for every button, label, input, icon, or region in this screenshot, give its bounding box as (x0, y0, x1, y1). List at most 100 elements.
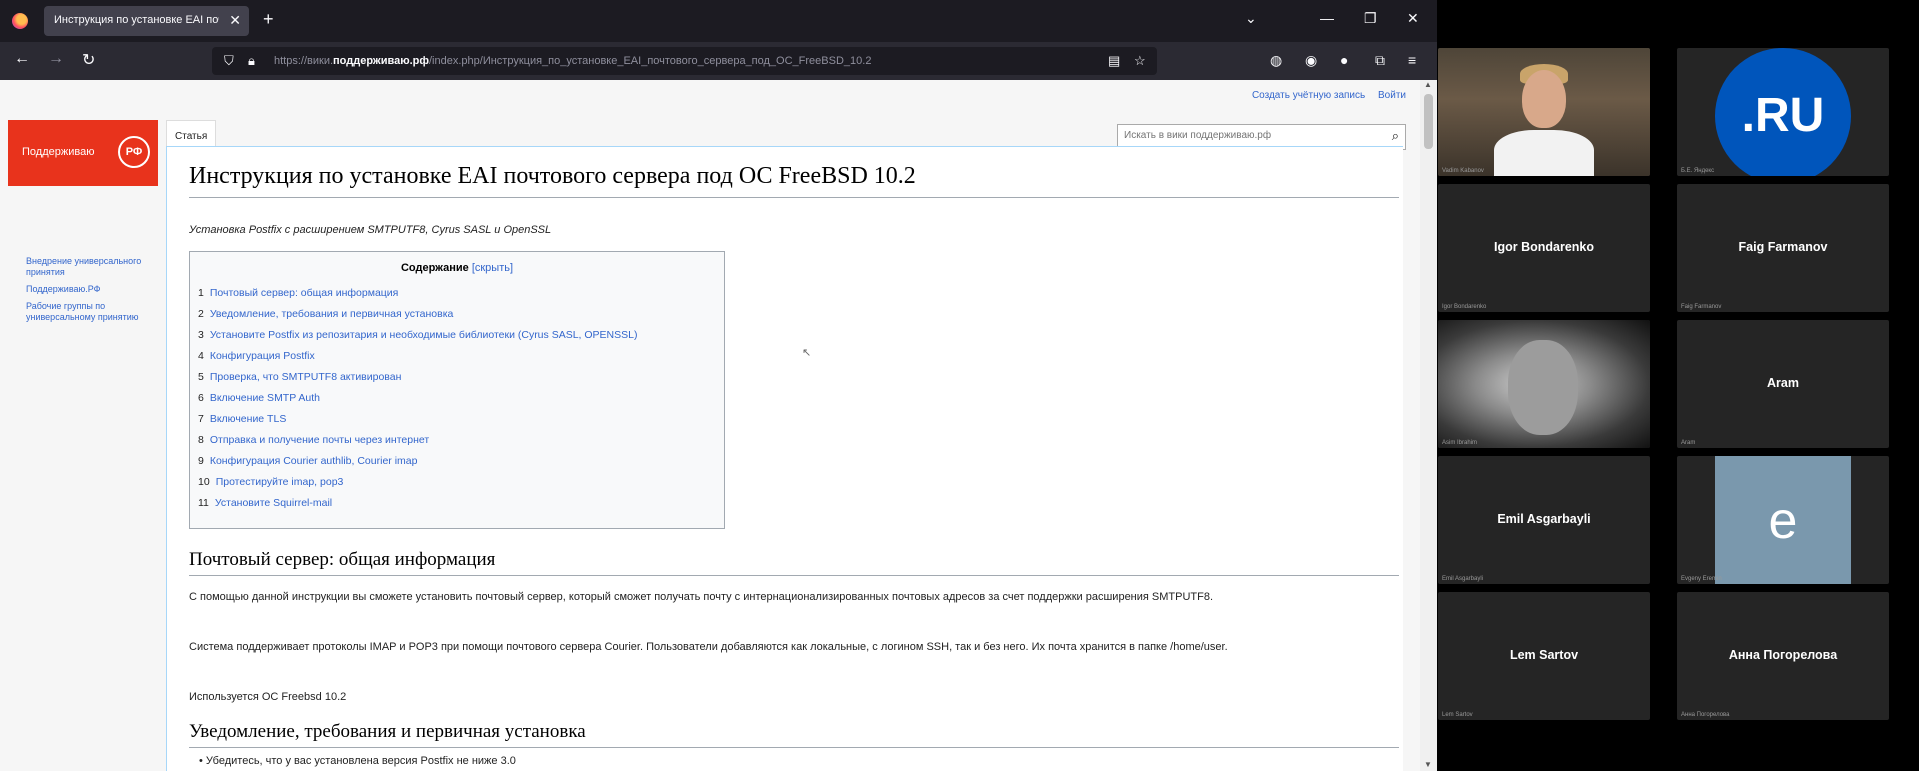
extension-icon[interactable]: ● (1340, 52, 1348, 68)
toc-label[interactable]: Включение SMTP Auth (210, 392, 320, 404)
page-scrollbar[interactable]: ▲ ▼ (1420, 80, 1437, 771)
toc-hide-link[interactable]: [скрыть] (472, 262, 513, 274)
scroll-up-icon[interactable]: ▲ (1424, 80, 1432, 89)
toc-num: 2 (198, 308, 204, 320)
toc-label[interactable]: Почтовый сервер: общая информация (210, 287, 399, 299)
participant-name: Faig Farmanov (1738, 240, 1828, 254)
toc-item[interactable]: 10 Протестируйте imap, pop3 (198, 475, 637, 496)
search-icon[interactable]: ⌕ (1392, 128, 1399, 144)
toc-label[interactable]: Протестируйте imap, pop3 (216, 476, 344, 488)
participant-label: Emil Asgarbayli (1442, 576, 1484, 582)
participant-video (1438, 48, 1650, 176)
minimize-icon[interactable]: — (1320, 10, 1334, 26)
toc-label[interactable]: Установите Squirrel-mail (215, 497, 332, 509)
toc-title: Содержание [скрыть] (190, 262, 724, 274)
close-tab-icon[interactable]: ✕ (229, 12, 241, 29)
video-figure-body (1494, 130, 1594, 176)
toc-item[interactable]: 9 Конфигурация Courier authlib, Courier i… (198, 454, 637, 475)
shield-icon[interactable]: ⛉ (224, 53, 234, 69)
sidebar-item-working-groups[interactable]: Рабочие группы по универсальному приняти… (26, 301, 146, 323)
participant-tile[interactable]: Lem Sartov Lem Sartov (1438, 592, 1650, 720)
toc-num: 1 (198, 287, 204, 299)
toc-title-text: Содержание (400, 262, 469, 274)
toc-label[interactable]: Уведомление, требования и первичная уста… (210, 308, 454, 320)
logo-text: Поддерживаю (22, 146, 95, 158)
url-bar[interactable]: ⛉ 🔒︎ https://вики.поддерживаю.рф/index.p… (212, 47, 1157, 75)
participant-tile[interactable]: Aram Aram (1677, 320, 1889, 448)
account-icon[interactable]: ◉ (1305, 52, 1317, 69)
sidebar-item-universal-acceptance[interactable]: Внедрение универсального принятия (26, 256, 146, 278)
participant-tile[interactable]: Igor Bondarenko Igor Bondarenko (1438, 184, 1650, 312)
toc-label[interactable]: Конфигурация Courier authlib, Courier im… (210, 455, 418, 467)
participant-tile[interactable]: Asim Ibrahim (1438, 320, 1650, 448)
browser-window: Инструкция по установке EAI почт ✕ + ⌄ —… (0, 0, 1437, 771)
toc-item[interactable]: 6 Включение SMTP Auth (198, 391, 637, 412)
toc-num: 5 (198, 371, 204, 383)
participant-label: Vadim Kabanov (1442, 168, 1484, 174)
new-tab-icon[interactable]: + (263, 9, 274, 30)
menu-icon[interactable]: ≡ (1408, 52, 1416, 68)
back-icon[interactable]: ← (14, 50, 30, 68)
toc-item[interactable]: 1 Почтовый сервер: общая информация (198, 286, 637, 307)
toc-num: 3 (198, 329, 204, 341)
reader-view-icon[interactable]: ▤ (1108, 53, 1120, 69)
url-text: https://вики.поддерживаю.рф/index.php/Ин… (274, 55, 871, 67)
lock-icon[interactable]: 🔒︎ (248, 53, 255, 69)
section-divider (189, 575, 1399, 576)
firefox-icon[interactable] (12, 13, 28, 29)
extensions-puzzle-icon[interactable]: ⧉ (1375, 52, 1385, 69)
participant-tile[interactable]: .RU Б.Е. Яндекс (1677, 48, 1889, 176)
bookmark-star-icon[interactable]: ☆ (1134, 53, 1146, 69)
participant-label: Faig Farmanov (1681, 304, 1722, 310)
video-figure-head (1522, 70, 1566, 128)
url-domain: поддерживаю.рф (333, 55, 429, 67)
scroll-thumb[interactable] (1424, 94, 1433, 149)
toc-list: 1 Почтовый сервер: общая информация 2 Увед… (198, 286, 637, 517)
toc-item[interactable]: 8 Отправка и получение почты через интерн… (198, 433, 637, 454)
toc-num: 4 (198, 350, 204, 362)
toc-item[interactable]: 3 Установите Postfix из репозитария и нео… (198, 328, 637, 349)
login-link[interactable]: Войти (1378, 90, 1406, 101)
toc-item[interactable]: 7 Включение TLS (198, 412, 637, 433)
participant-tile[interactable]: e Evgeny Eremin (1677, 456, 1889, 584)
participant-name: Lem Sartov (1509, 648, 1579, 662)
logo-badge: РФ (118, 136, 150, 168)
toc-label[interactable]: Установите Postfix из репозитария и необ… (210, 329, 638, 341)
toc-num: 11 (198, 497, 209, 509)
toc-item[interactable]: 4 Конфигурация Postfix (198, 349, 637, 370)
participant-tile[interactable]: Vadim Kabanov (1438, 48, 1650, 176)
browser-tab[interactable]: Инструкция по установке EAI почт ✕ (44, 6, 249, 36)
title-divider (189, 197, 1399, 198)
scroll-down-icon[interactable]: ▼ (1424, 760, 1432, 769)
toc-label[interactable]: Отправка и получение почты через интерне… (210, 434, 429, 446)
participant-tile[interactable]: Faig Farmanov Faig Farmanov (1677, 184, 1889, 312)
tab-bar: Инструкция по установке EAI почт ✕ + ⌄ —… (0, 0, 1437, 42)
close-window-icon[interactable]: ✕ (1407, 10, 1419, 27)
search-input[interactable] (1124, 130, 1374, 141)
create-account-link[interactable]: Создать учётную запись (1252, 90, 1365, 101)
chevron-down-icon[interactable]: ⌄ (1245, 10, 1257, 27)
toc-item[interactable]: 5 Проверка, что SMTPUTF8 активирован (198, 370, 637, 391)
toc-item[interactable]: 2 Уведомление, требования и первичная уст… (198, 307, 637, 328)
site-logo[interactable]: Поддерживаю РФ (8, 120, 158, 186)
restore-icon[interactable]: ❐ (1364, 10, 1377, 27)
tab-article[interactable]: Статья (166, 120, 217, 147)
section-heading: Уведомление, требования и первичная уста… (189, 721, 586, 742)
toc-label[interactable]: Конфигурация Postfix (210, 350, 315, 362)
sidebar-item-supportrf[interactable]: Поддерживаю.РФ (26, 284, 146, 295)
reload-icon[interactable]: ↻ (82, 50, 95, 70)
toc-label[interactable]: Включение TLS (210, 413, 286, 425)
forward-icon[interactable]: → (48, 50, 64, 68)
toc-label[interactable]: Проверка, что SMTPUTF8 активирован (210, 371, 402, 383)
participant-name: Aram (1767, 376, 1799, 390)
pocket-icon[interactable]: ◍ (1270, 52, 1282, 69)
participant-name: Emil Asgarbayli (1497, 512, 1591, 526)
participant-label: Анна Погорелова (1681, 712, 1730, 718)
list-item-text: Убедитесь, что у вас установлена версия … (205, 755, 516, 767)
participant-tile[interactable]: Emil Asgarbayli Emil Asgarbayli (1438, 456, 1650, 584)
ru-logo: .RU (1715, 48, 1851, 176)
sidebar-nav: Внедрение универсального принятия Поддер… (26, 256, 146, 329)
toc-item[interactable]: 11 Установите Squirrel-mail (198, 496, 637, 517)
participant-tile[interactable]: Анна Погорелова Анна Погорелова (1677, 592, 1889, 720)
participant-name: Анна Погорелова (1728, 648, 1838, 662)
